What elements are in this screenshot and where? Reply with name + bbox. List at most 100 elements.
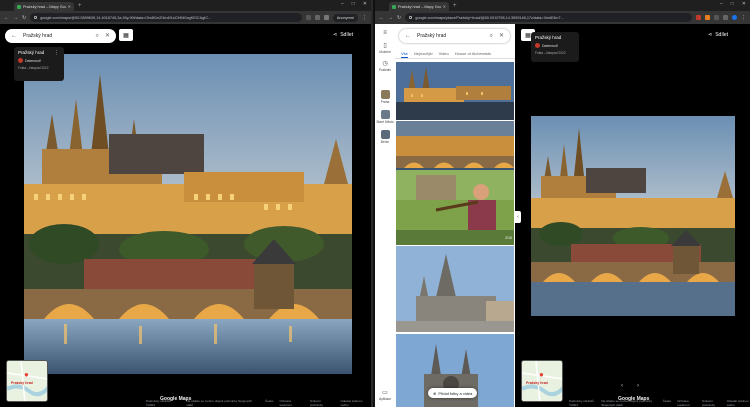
- url-field[interactable]: google.com/maps/@50.0899639,14.4016745,3…: [30, 13, 302, 22]
- forward-icon[interactable]: →: [13, 15, 18, 21]
- menu-icon[interactable]: ⋮: [362, 15, 367, 21]
- search-bar[interactable]: ← Pražský hrad ⌕ ✕: [5, 29, 116, 43]
- layers-button[interactable]: ▦: [119, 29, 133, 41]
- footer-link[interactable]: Na obálce se mohou objevit podmínky Spoj…: [601, 399, 656, 407]
- new-tab-icon[interactable]: +: [78, 2, 82, 11]
- castle-photo[interactable]: [531, 116, 735, 316]
- extension-icon[interactable]: [314, 15, 320, 20]
- collapse-panel-button[interactable]: ‹: [515, 211, 521, 223]
- map-pin-icon: ●: [24, 370, 29, 379]
- search-icon[interactable]: ⌕: [490, 33, 493, 39]
- rail-item-saved[interactable]: ▯ Uložené: [379, 42, 391, 54]
- author-name[interactable]: Datenwolf: [542, 44, 558, 48]
- back-icon[interactable]: ←: [4, 15, 9, 21]
- url-field[interactable]: google.com/maps/place/Pražský+hrad/@50.0…: [405, 13, 692, 22]
- reload-icon[interactable]: ↻: [397, 15, 401, 21]
- rail-item-stare-mesto[interactable]: Staré Město: [376, 110, 394, 124]
- extension-icon[interactable]: [723, 15, 728, 20]
- close-window-icon[interactable]: ✕: [742, 1, 746, 7]
- maps-favicon-icon: [17, 4, 21, 9]
- more-options-icon[interactable]: ⋮: [54, 50, 59, 56]
- footer-link[interactable]: Odeslat zpětnou vazbu: [727, 399, 750, 407]
- maximize-icon[interactable]: □: [731, 1, 734, 7]
- avatar[interactable]: [18, 58, 23, 63]
- url-text: google.com/maps/place/Pražský+hrad/@50.0…: [415, 15, 564, 20]
- close-window-icon[interactable]: ✕: [363, 1, 367, 7]
- reload-icon[interactable]: ↻: [22, 15, 26, 21]
- footer-link[interactable]: Česko: [663, 399, 672, 407]
- footer-link[interactable]: Podmínky obrázků ©2023: [569, 399, 595, 407]
- search-bar[interactable]: ← Pražský hrad ⌕ ✕: [399, 29, 510, 43]
- share-button[interactable]: ⋖ Sdílet: [333, 32, 353, 38]
- footer-link[interactable]: Česko: [265, 399, 274, 407]
- tab-strip: Pražský hrad – Mapy Google ✕ + – □ ✕: [375, 0, 750, 11]
- extension-icon[interactable]: [705, 15, 710, 20]
- close-tab-icon[interactable]: ✕: [443, 4, 446, 9]
- search-input[interactable]: Pražský hrad: [417, 33, 484, 39]
- castle-photo[interactable]: [24, 54, 352, 374]
- share-icon: ⋖: [333, 32, 338, 38]
- minimize-icon[interactable]: –: [720, 1, 723, 7]
- footer-link[interactable]: Smluvní podmínky: [310, 399, 335, 407]
- chevron-left-icon: ‹: [517, 214, 519, 220]
- extension-icon[interactable]: [305, 15, 311, 20]
- author-name[interactable]: Datenwolf: [25, 59, 41, 63]
- footer-link[interactable]: Odeslat zpětnou vazbu: [341, 399, 371, 407]
- share-icon: ⋖: [708, 32, 713, 38]
- rail-item-berlin[interactable]: Berlín: [380, 130, 390, 144]
- menu-icon[interactable]: ⋮: [741, 15, 746, 21]
- place-thumbnail: [380, 90, 390, 99]
- photos-panel: ← Pražský hrad ⌕ ✕ Vše Nejnovější Video …: [395, 24, 515, 407]
- footer-links: Podmínky obrázků ©2023 Na obálce se moho…: [146, 399, 371, 407]
- footer-link[interactable]: Na obálce se mohou objevit podmínky Spoj…: [186, 399, 259, 407]
- profile-icon[interactable]: [732, 15, 737, 20]
- rail-item-praha[interactable]: Praha: [380, 90, 390, 104]
- extension-icon[interactable]: [323, 15, 329, 20]
- tab-all[interactable]: Vše: [401, 49, 408, 58]
- back-arrow-icon[interactable]: ←: [11, 33, 17, 39]
- browser-tab[interactable]: Pražský hrad – Mapy Google ✕: [14, 2, 74, 11]
- rail-label: Staré Město: [376, 120, 394, 124]
- close-tab-icon[interactable]: ✕: [68, 4, 71, 9]
- extension-icon[interactable]: [714, 15, 719, 20]
- photo-nav-arrows: ‹ ›: [621, 383, 639, 389]
- right-browser-window: Pražský hrad – Mapy Google ✕ + – □ ✕ ← →…: [375, 0, 750, 407]
- tab-latest[interactable]: Nejnovější: [414, 49, 433, 58]
- extension-icon[interactable]: [696, 15, 701, 20]
- footer-link[interactable]: Podmínky obrázků ©2023: [146, 399, 180, 407]
- back-icon[interactable]: ←: [379, 15, 384, 21]
- close-icon[interactable]: ✕: [105, 33, 110, 39]
- previous-photo-icon[interactable]: ‹: [621, 383, 623, 389]
- forward-icon[interactable]: →: [388, 15, 393, 21]
- hamburger-menu-icon[interactable]: ≡: [383, 30, 387, 36]
- minimize-icon[interactable]: –: [341, 1, 344, 7]
- footer-link[interactable]: Ochrana soukromí: [677, 399, 696, 407]
- search-input[interactable]: Pražský hrad: [23, 33, 90, 39]
- grid-icon: ▦: [525, 32, 531, 39]
- photo-thumbnail[interactable]: [396, 246, 514, 332]
- tab-video[interactable]: Video: [439, 49, 449, 58]
- close-icon[interactable]: ✕: [499, 33, 504, 39]
- browser-tab[interactable]: Pražský hrad – Mapy Google ✕: [389, 2, 449, 11]
- photo-tabs: Vše Nejnovější Video House of Alchemists: [395, 49, 515, 59]
- photo-thumbnail[interactable]: [396, 170, 514, 245]
- tab-house-of-alchemists[interactable]: House of Alchemists: [455, 49, 491, 58]
- photo-thumbnail[interactable]: [396, 62, 514, 120]
- grid-icon: ▦: [123, 32, 129, 39]
- search-icon[interactable]: ⌕: [96, 33, 99, 39]
- place-title[interactable]: Pražský hrad: [535, 35, 575, 40]
- next-photo-icon[interactable]: ›: [637, 383, 639, 389]
- window-controls: – □ ✕: [341, 1, 367, 7]
- maximize-icon[interactable]: □: [352, 1, 355, 7]
- history-icon: ◷: [382, 61, 388, 67]
- footer-link[interactable]: Ochrana soukromí: [279, 399, 304, 407]
- rail-label: Berlín: [380, 140, 390, 144]
- place-thumbnail: [380, 110, 390, 119]
- share-button[interactable]: ⋖ Sdílet: [708, 32, 728, 38]
- footer-link[interactable]: Smluvní podmínky: [702, 399, 721, 407]
- avatar[interactable]: [535, 43, 540, 48]
- new-tab-icon[interactable]: +: [453, 2, 457, 11]
- incognito-badge[interactable]: Anonymní: [332, 13, 358, 22]
- rail-item-recent[interactable]: ◷ Poslední: [379, 60, 391, 72]
- back-arrow-icon[interactable]: ←: [405, 33, 411, 39]
